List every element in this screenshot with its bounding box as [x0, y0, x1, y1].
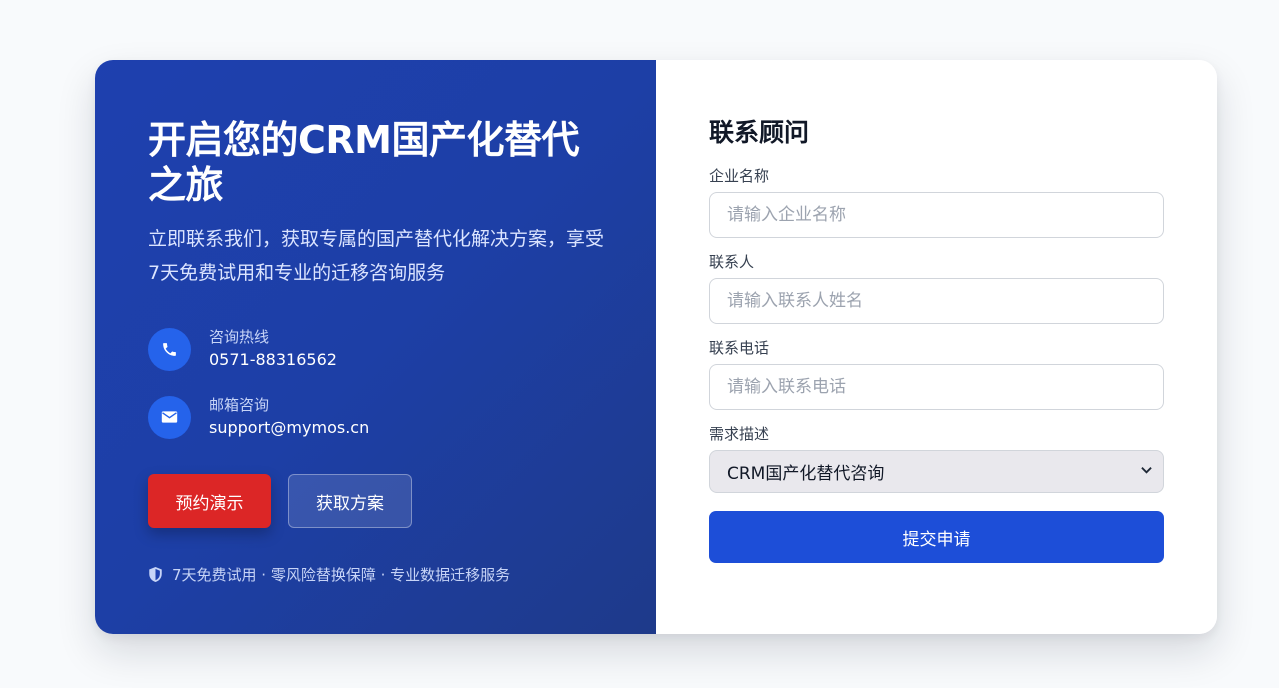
- company-input[interactable]: [709, 192, 1164, 238]
- company-label: 企业名称: [709, 167, 770, 185]
- contact-label: 联系人: [709, 253, 755, 271]
- email-address: support@mymos.cn: [209, 418, 370, 437]
- hero-title: 开启您的CRM国产化替代之旅: [148, 118, 579, 207]
- hotline-number: 0571-88316562: [209, 350, 337, 369]
- phone-input[interactable]: [709, 364, 1164, 410]
- contact-email: 邮箱咨询 support@mymos.cn: [148, 394, 604, 440]
- book-demo-button[interactable]: 预约演示: [148, 474, 271, 528]
- guarantee-note: 7天免费试用 · 零风险替换保障 · 专业数据迁移服务: [148, 564, 604, 585]
- hero-actions: 预约演示 获取方案: [148, 474, 604, 528]
- email-label: 邮箱咨询: [209, 396, 270, 414]
- get-plan-button[interactable]: 获取方案: [288, 474, 412, 528]
- form-title: 联系顾问: [709, 118, 810, 147]
- submit-button[interactable]: 提交申请: [709, 511, 1164, 563]
- shield-icon: [149, 567, 162, 582]
- phone-icon: [148, 327, 191, 371]
- contact-name-input[interactable]: [709, 278, 1164, 324]
- chevron-down-icon: [1141, 467, 1152, 474]
- guarantee-text: 7天免费试用 · 零风险替换保障 · 专业数据迁移服务: [172, 566, 511, 584]
- hero-subtitle: 立即联系我们，获取专属的国产替代化解决方案，享受7天免费试用和专业的迁移咨询服务: [148, 228, 605, 284]
- mail-icon: [148, 395, 191, 439]
- phone-label: 联系电话: [709, 339, 770, 357]
- contact-card: 开启您的CRM国产化替代之旅 立即联系我们，获取专属的国产替代化解决方案，享受7…: [95, 60, 1217, 634]
- need-select[interactable]: CRM国产化替代咨询: [709, 450, 1164, 493]
- need-select-value[interactable]: CRM国产化替代咨询: [709, 450, 1164, 493]
- contact-form: 联系顾问 企业名称 联系人 联系电话 需求描述 CRM国产化替代咨询 提交申请: [656, 60, 1217, 634]
- hero-panel: 开启您的CRM国产化替代之旅 立即联系我们，获取专属的国产替代化解决方案，享受7…: [95, 60, 656, 634]
- hotline-label: 咨询热线: [209, 328, 270, 346]
- contact-hotline: 咨询热线 0571-88316562: [148, 326, 604, 372]
- need-label: 需求描述: [709, 425, 770, 443]
